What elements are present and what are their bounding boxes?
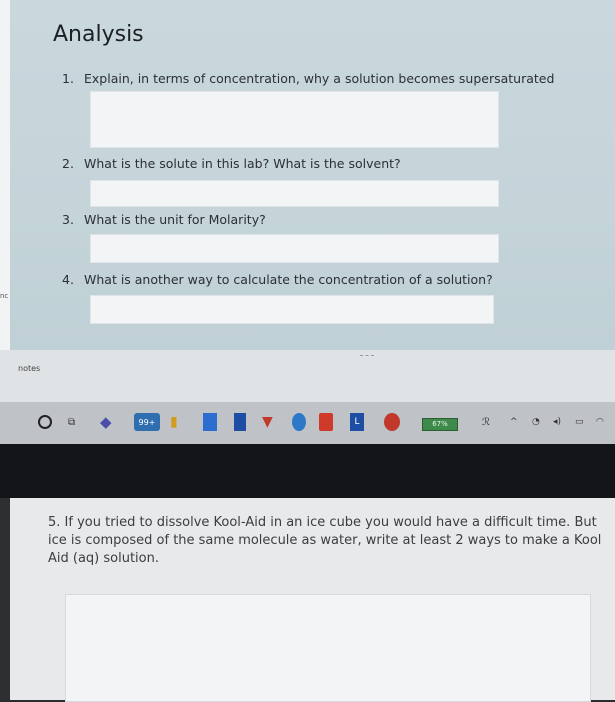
slide-area: nc Analysis 1. Explain, in terms of conce… <box>0 0 615 350</box>
chevron-up-icon[interactable]: ^ <box>510 413 518 431</box>
question-text: What is the solute in this lab? What is … <box>84 156 401 171</box>
mail-icon[interactable]: 99+ <box>134 413 160 431</box>
office-icon[interactable] <box>319 413 333 431</box>
question-2: 2. What is the solute in this lab? What i… <box>62 156 401 171</box>
taskbar: ⧉ ◆ 99+ ▮ ▼ L ℛ ^ ◔ ◂) ▭ ◠ <box>0 402 615 444</box>
question-text: Explain, in terms of concentration, why … <box>84 71 555 86</box>
task-view-icon[interactable]: ⧉ <box>68 413 75 431</box>
question-3: 3. What is the unit for Molarity? <box>62 212 266 227</box>
question-number: 1. <box>62 71 74 86</box>
teams-icon[interactable]: ◆ <box>100 413 112 431</box>
question-number: 4. <box>62 272 74 287</box>
record-icon[interactable] <box>384 413 400 431</box>
store-icon[interactable] <box>234 413 246 431</box>
question-5: 5. If you tried to dissolve Kool-Aid in … <box>48 515 602 566</box>
notification-icon[interactable]: ◠ <box>596 413 604 431</box>
side-label: nc <box>0 292 9 300</box>
question-number: 2. <box>62 156 74 171</box>
pane-splitter[interactable] <box>360 355 374 359</box>
answer-box-3[interactable] <box>90 234 499 263</box>
chrome-icon[interactable] <box>292 413 306 431</box>
answer-box-4[interactable] <box>90 295 494 324</box>
battery-indicator: 67% <box>422 418 458 431</box>
volume-icon[interactable]: ◂) <box>553 413 561 431</box>
notes-label: notes <box>18 364 41 373</box>
search-icon[interactable] <box>38 413 52 431</box>
question-4: 4. What is another way to calculate the c… <box>62 272 493 287</box>
word-icon[interactable] <box>203 413 217 431</box>
mail-badge: 99+ <box>138 417 156 427</box>
answer-box-5[interactable] <box>65 594 591 702</box>
answer-box-2[interactable] <box>90 180 499 207</box>
document-left-edge <box>0 498 10 700</box>
people-icon[interactable]: ℛ <box>482 413 490 431</box>
question-number: 3. <box>62 212 74 227</box>
answer-box-1[interactable] <box>90 91 499 148</box>
slide-title: Analysis <box>53 22 144 47</box>
question-text: What is the unit for Molarity? <box>84 212 266 227</box>
lens-icon[interactable]: L <box>350 413 364 431</box>
brave-icon[interactable]: ▼ <box>262 413 273 431</box>
monitor-bezel <box>0 444 615 498</box>
file-explorer-icon[interactable]: ▮ <box>170 413 178 431</box>
question-1: 1. Explain, in terms of concentration, wh… <box>62 71 554 86</box>
display-icon[interactable]: ▭ <box>575 413 584 431</box>
wifi-icon[interactable]: ◔ <box>532 413 540 431</box>
notes-pane[interactable]: notes <box>0 350 615 402</box>
question-text: What is another way to calculate the con… <box>84 272 493 287</box>
